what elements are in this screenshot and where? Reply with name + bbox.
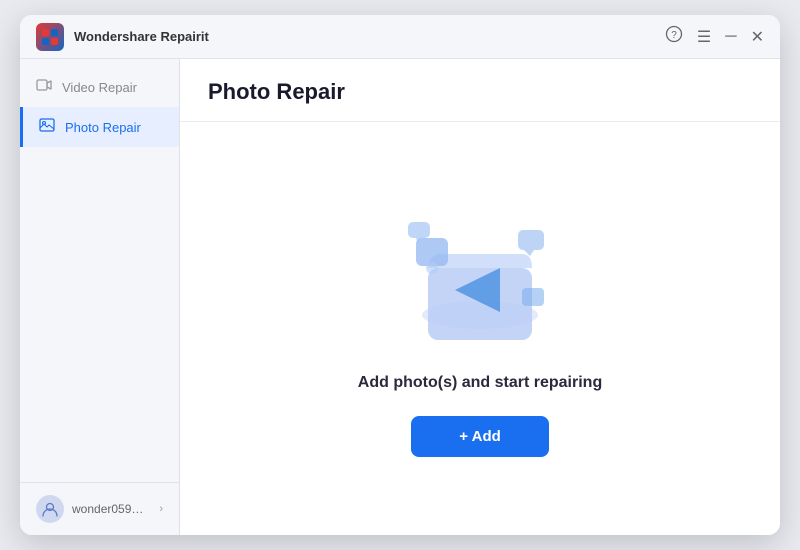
sidebar: Video Repair Photo Repair xyxy=(20,59,180,535)
user-label: wonder059@16... xyxy=(72,502,151,516)
app-title: Wondershare Repairit xyxy=(74,29,209,44)
content-area: Photo Repair xyxy=(180,59,780,535)
photo-repair-icon xyxy=(39,117,55,137)
sidebar-item-photo-repair[interactable]: Photo Repair xyxy=(20,107,179,147)
app-logo xyxy=(36,23,64,51)
titlebar-controls: ? ☰ ─ ✕ xyxy=(665,25,764,48)
help-icon[interactable]: ? xyxy=(665,25,683,48)
sidebar-item-video-repair[interactable]: Video Repair xyxy=(20,67,179,107)
content-body: Add photo(s) and start repairing + Add xyxy=(180,122,780,535)
close-icon[interactable]: ✕ xyxy=(751,27,764,47)
main-layout: Video Repair Photo Repair xyxy=(20,59,780,535)
app-window: Wondershare Repairit ? ☰ ─ ✕ xyxy=(20,15,780,535)
page-title: Photo Repair xyxy=(208,79,752,105)
user-chevron: › xyxy=(159,503,163,515)
sidebar-label-photo-repair: Photo Repair xyxy=(65,120,141,135)
titlebar: Wondershare Repairit ? ☰ ─ ✕ xyxy=(20,15,780,59)
video-repair-icon xyxy=(36,77,52,97)
svg-text:?: ? xyxy=(671,30,677,41)
minimize-icon[interactable]: ─ xyxy=(725,28,736,46)
add-button[interactable]: + Add xyxy=(411,416,549,457)
user-avatar xyxy=(36,495,64,523)
illustration xyxy=(400,200,560,350)
menu-icon[interactable]: ☰ xyxy=(697,27,711,47)
prompt-text: Add photo(s) and start repairing xyxy=(358,374,602,392)
content-header: Photo Repair xyxy=(180,59,780,122)
user-section[interactable]: wonder059@16... › xyxy=(20,482,179,535)
sidebar-label-video-repair: Video Repair xyxy=(62,80,137,95)
titlebar-left: Wondershare Repairit xyxy=(36,23,209,51)
